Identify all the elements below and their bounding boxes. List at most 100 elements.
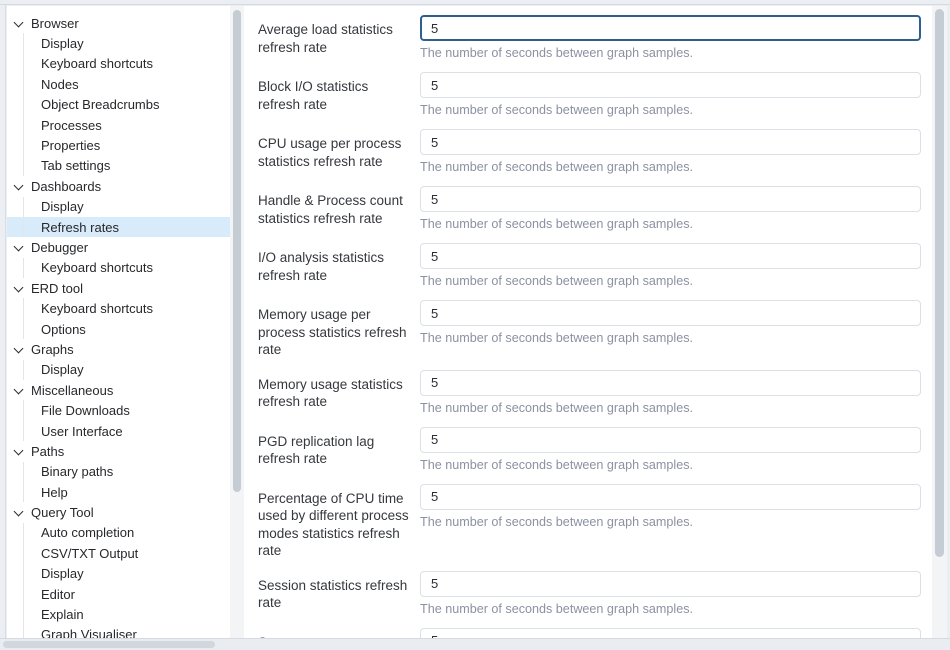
refresh-rate-input[interactable] [420, 15, 921, 41]
tree-item-label: Display [41, 36, 84, 51]
sidebar-item-paths[interactable]: Paths [7, 441, 230, 461]
chevron-down-icon[interactable] [14, 284, 23, 293]
tree-item-label: Auto completion [41, 525, 134, 540]
preferences-panel: Average load statistics refresh rate The… [244, 6, 932, 638]
tree-item-label: Tab settings [41, 158, 110, 173]
sidebar-item-display[interactable]: Display [7, 360, 230, 380]
sidebar-item-erd-tool[interactable]: ERD tool [7, 278, 230, 298]
preference-control: The number of seconds between graph samp… [420, 300, 921, 359]
preference-help-text: The number of seconds between graph samp… [420, 400, 921, 416]
window-frame-left [0, 5, 6, 638]
content-scrollbar[interactable] [932, 6, 947, 638]
chevron-down-icon[interactable] [14, 508, 23, 517]
sidebar-item-user-interface[interactable]: User Interface [7, 421, 230, 441]
content-scrollbar-thumb[interactable] [935, 9, 944, 557]
sidebar-item-refresh-rates[interactable]: Refresh rates [7, 217, 230, 237]
window-frame-top [0, 0, 950, 5]
chevron-down-icon[interactable] [14, 386, 23, 395]
refresh-rate-input[interactable] [420, 370, 921, 396]
chevron-down-icon[interactable] [14, 19, 23, 28]
tree-item-label: Display [41, 566, 84, 581]
sidebar-item-miscellaneous[interactable]: Miscellaneous [7, 380, 230, 400]
tree-item-label: Editor [41, 587, 75, 602]
preference-help-text: The number of seconds between graph samp… [420, 601, 921, 617]
sidebar-item-tab-settings[interactable]: Tab settings [7, 156, 230, 176]
tree-item-label: Refresh rates [41, 220, 119, 235]
chevron-down-icon[interactable] [14, 447, 23, 456]
preference-control: The number of seconds between graph samp… [420, 484, 921, 560]
preference-row: Memory usage statistics refresh rate The… [258, 370, 921, 416]
preference-control: The number of seconds between graph samp… [420, 628, 921, 639]
refresh-rate-input[interactable] [420, 243, 921, 269]
tree-item-label: Keyboard shortcuts [41, 301, 153, 316]
sidebar-item-nodes[interactable]: Nodes [7, 74, 230, 94]
preference-row: Average load statistics refresh rate The… [258, 15, 921, 61]
sidebar-item-csv-txt-output[interactable]: CSV/TXT Output [7, 543, 230, 563]
sidebar-item-auto-completion[interactable]: Auto completion [7, 523, 230, 543]
sidebar-item-graphs[interactable]: Graphs [7, 339, 230, 359]
tree-item-label: Miscellaneous [31, 383, 113, 398]
sidebar-item-help[interactable]: Help [7, 482, 230, 502]
sidebar-item-debugger[interactable]: Debugger [7, 237, 230, 257]
tree-item-label: Graphs [31, 342, 74, 357]
sidebar-item-query-tool[interactable]: Query Tool [7, 502, 230, 522]
refresh-rate-input[interactable] [420, 571, 921, 597]
tree-item-label: Properties [41, 138, 100, 153]
preference-label: Percentage of CPU time used by different… [258, 484, 420, 560]
sidebar-item-processes[interactable]: Processes [7, 115, 230, 135]
sidebar-item-binary-paths[interactable]: Binary paths [7, 462, 230, 482]
preference-label: Average load statistics refresh rate [258, 15, 420, 61]
sidebar-item-keyboard-shortcuts[interactable]: Keyboard shortcuts [7, 258, 230, 278]
sidebar-item-dashboards[interactable]: Dashboards [7, 176, 230, 196]
sidebar-item-options[interactable]: Options [7, 319, 230, 339]
preference-label: Memory usage statistics refresh rate [258, 370, 420, 416]
preference-control: The number of seconds between graph samp… [420, 129, 921, 175]
tree-item-label: Paths [31, 444, 64, 459]
preference-control: The number of seconds between graph samp… [420, 72, 921, 118]
refresh-rate-input[interactable] [420, 186, 921, 212]
refresh-rate-input[interactable] [420, 484, 921, 510]
preference-control: The number of seconds between graph samp… [420, 15, 921, 61]
tree-item-label: Browser [31, 16, 79, 31]
tree-item-label: Keyboard shortcuts [41, 56, 153, 71]
refresh-rate-input[interactable] [420, 300, 921, 326]
tree-item-label: Processes [41, 118, 102, 133]
preference-help-text: The number of seconds between graph samp… [420, 457, 921, 473]
horizontal-scrollbar-thumb[interactable] [3, 641, 215, 648]
sidebar-item-keyboard-shortcuts[interactable]: Keyboard shortcuts [7, 54, 230, 74]
sidebar-item-properties[interactable]: Properties [7, 135, 230, 155]
sidebar-item-display[interactable]: Display [7, 564, 230, 584]
preference-label: Swap memory usage statistics refresh rat… [258, 628, 420, 639]
tree-item-label: Dashboards [31, 179, 101, 194]
preferences-tree: Browser Display Keyboard shortcuts Nodes… [7, 6, 230, 638]
sidebar-scrollbar[interactable] [230, 6, 244, 638]
sidebar-item-explain[interactable]: Explain [7, 604, 230, 624]
preference-help-text: The number of seconds between graph samp… [420, 273, 921, 289]
refresh-rate-input[interactable] [420, 427, 921, 453]
sidebar-item-display[interactable]: Display [7, 33, 230, 53]
refresh-rate-input[interactable] [420, 72, 921, 98]
refresh-rate-input[interactable] [420, 628, 921, 639]
tree-item-label: Display [41, 199, 84, 214]
sidebar-item-browser[interactable]: Browser [7, 13, 230, 33]
tree-item-label: CSV/TXT Output [41, 546, 138, 561]
preference-control: The number of seconds between graph samp… [420, 370, 921, 416]
sidebar-item-graph-visualiser[interactable]: Graph Visualiser [7, 625, 230, 638]
preference-control: The number of seconds between graph samp… [420, 186, 921, 232]
sidebar-item-editor[interactable]: Editor [7, 584, 230, 604]
sidebar-item-file-downloads[interactable]: File Downloads [7, 400, 230, 420]
chevron-down-icon[interactable] [14, 345, 23, 354]
sidebar-item-keyboard-shortcuts[interactable]: Keyboard shortcuts [7, 298, 230, 318]
tree-item-label: ERD tool [31, 281, 83, 296]
chevron-down-icon[interactable] [14, 182, 23, 191]
tree-item-label: Display [41, 362, 84, 377]
preference-help-text: The number of seconds between graph samp… [420, 45, 921, 61]
sidebar-item-display[interactable]: Display [7, 197, 230, 217]
chevron-down-icon[interactable] [14, 243, 23, 252]
sidebar-scrollbar-thumb[interactable] [233, 10, 241, 492]
sidebar-item-object-breadcrumbs[interactable]: Object Breadcrumbs [7, 95, 230, 115]
preference-row: I/O analysis statistics refresh rate The… [258, 243, 921, 289]
tree-item-label: Help [41, 485, 68, 500]
refresh-rate-input[interactable] [420, 129, 921, 155]
preference-label: PGD replication lag refresh rate [258, 427, 420, 473]
